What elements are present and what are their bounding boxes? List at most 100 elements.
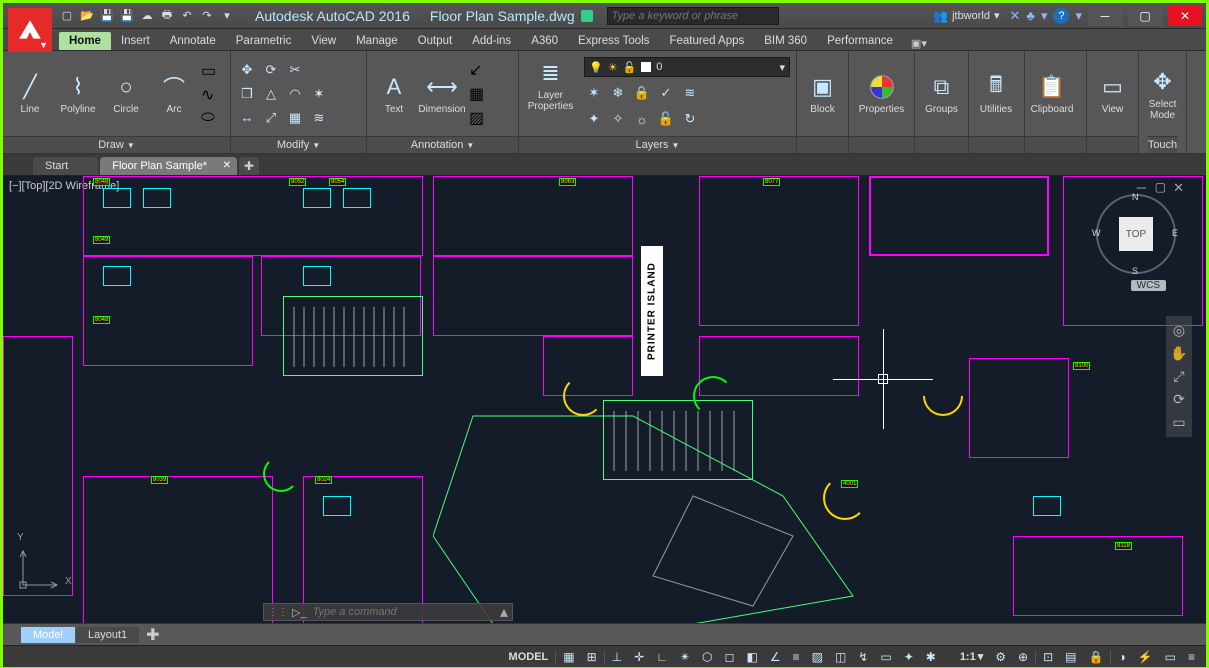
layer-match-icon[interactable]: ≋ [680,83,700,103]
annotation-scale[interactable]: 1:1▾ [955,650,988,663]
saveas-icon[interactable]: 💾 [119,8,135,24]
layer-off-icon[interactable]: ✶ [584,83,604,103]
redo-icon[interactable]: ↷ [199,8,215,24]
text-button[interactable]: AText [373,71,415,116]
stretch-icon[interactable]: ↔ [237,108,257,128]
snap-mode-icon[interactable]: ⊞ [582,650,602,664]
save-icon[interactable]: 💾 [99,8,115,24]
cmdline-menu-icon[interactable]: ▴ [500,602,508,622]
tab-home[interactable]: Home [59,32,111,50]
cloud-open-icon[interactable]: ☁ [139,8,155,24]
new-icon[interactable]: ▢ [59,8,75,24]
tab-insert[interactable]: Insert [111,32,160,50]
mirror-icon[interactable]: △ [261,84,281,104]
properties-button[interactable]: Properties [855,71,908,116]
tab-addins[interactable]: Add-ins [462,32,521,50]
filetab-start[interactable]: Start [33,157,98,175]
isolate-objects-icon[interactable]: ◑ [1113,650,1130,664]
app-menu-button[interactable]: ▼ [8,8,52,52]
command-input[interactable] [313,606,500,618]
leader-icon[interactable]: ↙ [469,60,484,80]
filetab-floor-plan[interactable]: Floor Plan Sample*✕ [100,157,237,175]
trim-icon[interactable]: ✂ [285,60,305,80]
open-icon[interactable]: 📂 [79,8,95,24]
gizmo-icon[interactable]: ✦ [899,650,919,664]
lock-ui-icon[interactable]: 🔒 [1083,650,1108,664]
layer-thaw-icon[interactable]: ☼ [632,109,652,129]
a360-icon[interactable]: ♣ [1026,8,1035,23]
model-space-toggle[interactable]: MODEL [504,651,554,663]
scale-icon[interactable]: ⤢ [261,108,281,128]
tab-parametric[interactable]: Parametric [226,32,302,50]
viewcube-w[interactable]: W [1092,228,1101,238]
osnap-icon[interactable]: ◻ [720,650,740,664]
isometric-icon[interactable]: ⬡ [697,650,717,664]
3d-osnap-icon[interactable]: ◧ [741,650,762,664]
cmdline-handle-icon[interactable]: ⋮⋮ [268,607,288,618]
clipboard-button[interactable]: 📋Clipboard [1031,71,1073,116]
units-icon[interactable]: ⊡ [1038,650,1058,664]
layout-tab-model[interactable]: Model [21,627,75,643]
orbit-icon[interactable]: ⟳ [1173,391,1185,408]
tab-output[interactable]: Output [408,32,463,50]
utilities-button[interactable]: 🖩Utilities [975,71,1017,116]
layer-change-icon[interactable]: ↻ [680,109,700,129]
drawing-viewport[interactable]: [−][Top][2D Wireframe] [3,176,1206,623]
dimension-button[interactable]: ⟷Dimension [421,71,463,116]
array-icon[interactable]: ▦ [285,108,305,128]
arc-button[interactable]: ⌒Arc [153,71,195,116]
viewcube-s[interactable]: S [1132,266,1138,276]
transparency-icon[interactable]: ▨ [807,650,828,664]
line-button[interactable]: ╱Line [9,71,51,116]
help-search-input[interactable] [607,7,779,25]
selection-filter-icon[interactable]: ▭ [875,650,896,664]
block-button[interactable]: ▣Block [803,71,842,116]
layout-tab-add[interactable]: ✚ [140,623,165,647]
viewcube[interactable]: TOP N E S W [1096,194,1176,274]
tab-manage[interactable]: Manage [346,32,408,50]
viewport-maximize-icon[interactable]: ▢ [1155,180,1166,194]
ellipse-icon[interactable]: ⬭ [201,109,216,127]
panel-modify-title[interactable]: Modify▼ [231,136,366,153]
explode-icon[interactable]: ✶ [309,84,329,104]
layer-isolate-icon[interactable]: ✦ [584,109,604,129]
pan-icon[interactable]: ✋ [1170,345,1187,362]
fillet-icon[interactable]: ◠ [285,84,305,104]
clean-screen-icon[interactable]: ▭ [1160,650,1181,664]
copy-icon[interactable]: ❐ [237,84,257,104]
tab-bim360[interactable]: BIM 360 [754,32,817,50]
annotation-monitor-icon[interactable]: ⊕ [1013,650,1033,664]
infer-constraints-icon[interactable]: ⊥ [607,650,627,664]
minimize-button[interactable]: ─ [1088,6,1122,26]
viewcube-e[interactable]: E [1172,228,1178,238]
layout-tab-layout1[interactable]: Layout1 [76,627,139,643]
polar-tracking-icon[interactable]: ✴ [675,650,695,664]
showmotion-icon[interactable]: ▭ [1172,414,1185,431]
ortho-mode-icon[interactable]: ∟ [651,650,673,664]
steering-wheel-icon[interactable]: ◎ [1173,322,1185,339]
maximize-button[interactable]: ▢ [1128,6,1162,26]
select-mode-button[interactable]: ✥Select Mode [1142,66,1184,121]
panel-annotation-title[interactable]: Annotation▼ [367,136,518,153]
help-icon[interactable]: ? [1053,8,1069,24]
close-button[interactable]: ✕ [1168,6,1202,26]
rotate-icon[interactable]: ⟳ [261,60,281,80]
layer-freeze-icon[interactable]: ❄ [608,83,628,103]
tab-featured-apps[interactable]: Featured Apps [659,32,754,50]
command-line[interactable]: ⋮⋮ ▷_ ▴ [263,603,513,621]
layer-properties-button[interactable]: ≣ Layer Properties [525,57,576,112]
offset-icon[interactable]: ≋ [309,108,329,128]
viewcube-n[interactable]: N [1132,192,1139,202]
polyline-button[interactable]: ⌇Polyline [57,71,99,116]
lineweight-icon[interactable]: ≡ [788,650,805,664]
wcs-button[interactable]: WCS [1131,280,1166,291]
doc-status-icon[interactable] [581,10,593,22]
chevron-down-icon[interactable]: ▾ [1075,8,1082,24]
qat-dropdown-icon[interactable]: ▾ [219,8,235,24]
grid-display-icon[interactable]: ▦ [558,650,579,664]
tab-a360[interactable]: A360 [521,32,568,50]
tab-performance[interactable]: Performance [817,32,903,50]
dynamic-ucs-icon[interactable]: ↯ [853,650,873,664]
filetab-add-button[interactable]: ✚ [239,157,259,175]
exchange-icon[interactable]: ✕ [1010,8,1021,24]
